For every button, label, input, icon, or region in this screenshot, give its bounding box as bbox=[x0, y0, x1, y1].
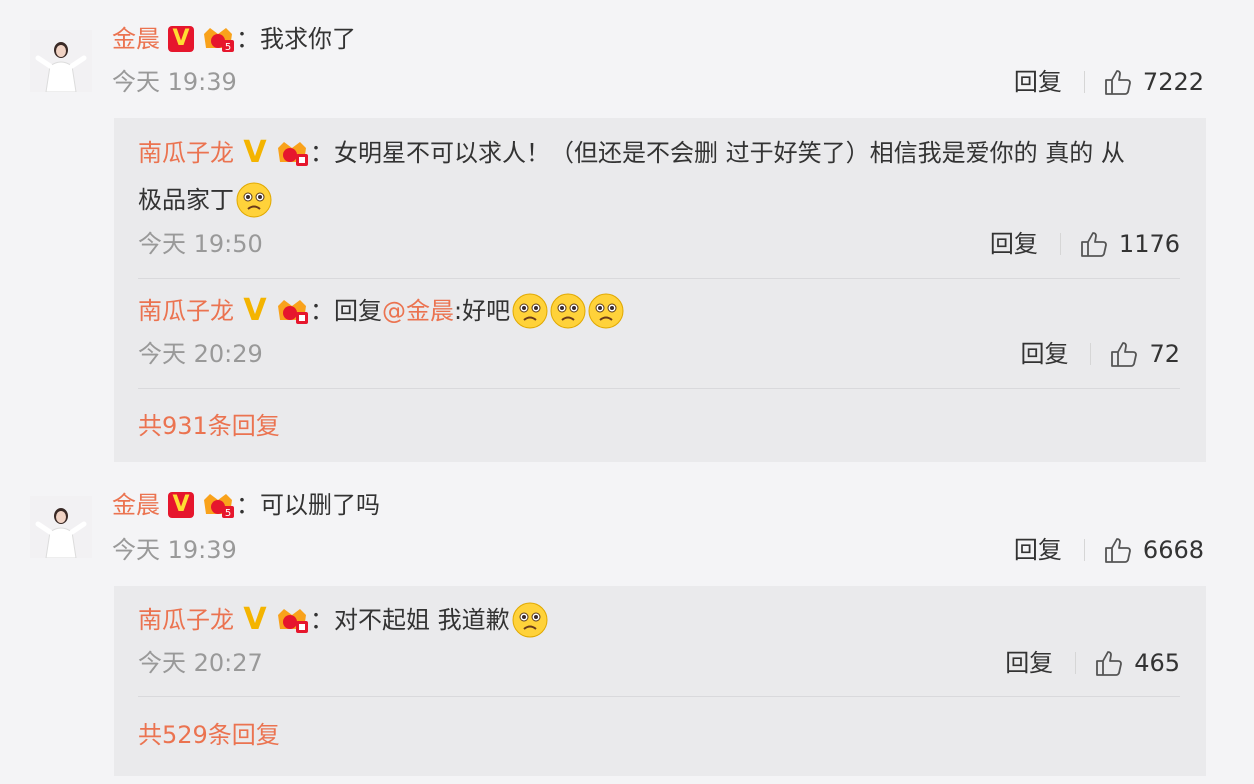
reply-text-cont: 极品家丁 bbox=[138, 182, 272, 218]
vip-crown-icon: 5 bbox=[204, 494, 234, 519]
reply-text: ：对不起姐 我道歉 bbox=[310, 606, 510, 634]
mention-link[interactable]: @金晨 bbox=[382, 294, 454, 328]
vip-crown-icon bbox=[278, 609, 308, 633]
divider bbox=[1059, 233, 1061, 255]
reply-divider bbox=[138, 278, 1180, 279]
avatar[interactable] bbox=[30, 30, 92, 92]
reply-button[interactable]: 回复 bbox=[1020, 339, 1068, 369]
reply-text: 极品家丁 bbox=[138, 186, 234, 214]
svg-text:5: 5 bbox=[225, 508, 231, 519]
like-count: 1176 bbox=[1118, 230, 1180, 258]
sad-face-icon bbox=[236, 182, 272, 218]
like-icon[interactable] bbox=[1079, 229, 1109, 259]
comment-text: ：可以删了吗 bbox=[236, 491, 380, 519]
divider bbox=[1090, 343, 1092, 365]
comment-header: 金晨 V 5 ：可以删了吗 bbox=[112, 488, 380, 522]
reply-button[interactable]: 回复 bbox=[1014, 535, 1062, 565]
verified-v-icon: V bbox=[168, 26, 194, 52]
verified-v-icon: V bbox=[168, 492, 194, 518]
more-replies-link[interactable]: 共931条回复 bbox=[138, 411, 280, 441]
svg-text:5: 5 bbox=[225, 42, 231, 53]
reply-button[interactable]: 回复 bbox=[990, 229, 1038, 259]
reply-button[interactable]: 回复 bbox=[1005, 648, 1053, 678]
reply-time: 今天 20:29 bbox=[138, 340, 263, 368]
reply-text: :好吧 bbox=[454, 297, 511, 325]
comment-text: ：我求你了 bbox=[236, 25, 356, 53]
reply-time: 今天 20:27 bbox=[138, 649, 263, 677]
divider bbox=[1083, 539, 1085, 561]
like-icon[interactable] bbox=[1094, 648, 1124, 678]
vip-crown-icon bbox=[278, 300, 308, 324]
reply-list: 南瓜子龙 V ：对不起姐 我道歉 今天 20:27 回复 465 共529条回复 bbox=[114, 586, 1206, 776]
reply-header: 南瓜子龙 V ：女明星不可以求人！（但还是不会删 过于好笑了）相信我是爱你的 真… bbox=[138, 136, 1125, 170]
vip-crown-icon: 5 bbox=[204, 28, 234, 53]
reply-actions: 回复 72 bbox=[1020, 339, 1180, 369]
author-name[interactable]: 南瓜子龙 bbox=[138, 603, 234, 637]
author-name[interactable]: 金晨 bbox=[112, 488, 160, 522]
like-icon[interactable] bbox=[1103, 67, 1133, 97]
like-count: 7222 bbox=[1142, 68, 1204, 96]
verified-v-icon: V bbox=[243, 602, 267, 637]
reply-divider bbox=[138, 696, 1180, 697]
reply-time: 今天 19:50 bbox=[138, 230, 263, 258]
divider bbox=[1075, 652, 1077, 674]
vip-crown-icon bbox=[278, 142, 308, 166]
verified-v-icon: V bbox=[243, 293, 267, 328]
like-count: 72 bbox=[1149, 340, 1180, 368]
sad-face-icon bbox=[588, 293, 624, 329]
sad-face-icon bbox=[550, 293, 586, 329]
like-count: 465 bbox=[1134, 649, 1180, 677]
like-count: 6668 bbox=[1142, 536, 1204, 564]
reply-text: ：女明星不可以求人！（但还是不会删 过于好笑了）相信我是爱你的 真的 从 bbox=[310, 139, 1125, 167]
author-name[interactable]: 南瓜子龙 bbox=[138, 136, 234, 170]
verified-v-icon: V bbox=[243, 135, 267, 170]
author-name[interactable]: 金晨 bbox=[112, 22, 160, 56]
divider bbox=[1083, 71, 1085, 93]
reply-text: ：回复 bbox=[310, 297, 382, 325]
reply-header: 南瓜子龙 V ：对不起姐 我道歉 bbox=[138, 602, 548, 638]
avatar[interactable] bbox=[30, 496, 92, 558]
reply-list: 南瓜子龙 V ：女明星不可以求人！（但还是不会删 过于好笑了）相信我是爱你的 真… bbox=[114, 118, 1206, 462]
more-replies-link[interactable]: 共529条回复 bbox=[138, 720, 280, 750]
sad-face-icon bbox=[512, 293, 548, 329]
like-icon[interactable] bbox=[1109, 339, 1139, 369]
comment-actions: 回复 7222 bbox=[1014, 67, 1204, 97]
reply-button[interactable]: 回复 bbox=[1014, 67, 1062, 97]
comment-actions: 回复 6668 bbox=[1014, 535, 1204, 565]
author-name[interactable]: 南瓜子龙 bbox=[138, 294, 234, 328]
sad-face-icon bbox=[512, 602, 548, 638]
reply-actions: 回复 1176 bbox=[990, 229, 1180, 259]
comment-time: 今天 19:39 bbox=[112, 536, 237, 564]
like-icon[interactable] bbox=[1103, 535, 1133, 565]
reply-header: 南瓜子龙 V ：回复 @金晨 :好吧 bbox=[138, 293, 624, 329]
reply-actions: 回复 465 bbox=[1005, 648, 1180, 678]
comment-header: 金晨 V 5 ：我求你了 bbox=[112, 22, 356, 56]
reply-divider bbox=[138, 388, 1180, 389]
comment-time: 今天 19:39 bbox=[112, 68, 237, 96]
